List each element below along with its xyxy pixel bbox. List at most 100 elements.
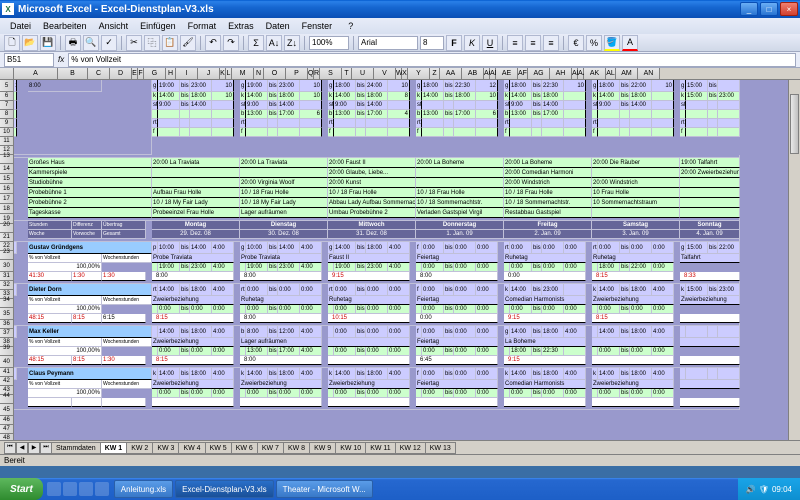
cell[interactable]: 8:00 (28, 80, 102, 92)
cell[interactable]: 17:00 (366, 110, 388, 119)
cell[interactable]: 4:00 (564, 326, 586, 338)
cell[interactable]: 14:00 (334, 368, 356, 380)
cell[interactable]: bis (444, 326, 454, 338)
cell[interactable]: 1:30 (72, 272, 102, 281)
cell[interactable]: bis (532, 101, 542, 110)
cell[interactable]: 4. Jan. 09 (680, 230, 740, 239)
cell[interactable]: 0:00 (454, 389, 476, 398)
cell[interactable] (268, 119, 278, 128)
sort-asc-icon[interactable]: A↓ (266, 35, 282, 51)
cell[interactable]: bis (356, 263, 366, 272)
cell[interactable]: 0:00 (454, 326, 476, 338)
cell[interactable]: bis (356, 110, 366, 119)
cell[interactable]: 20:00 Windstrich (592, 178, 680, 188)
cell[interactable]: bis (268, 326, 278, 338)
fx-icon[interactable]: fx (58, 55, 64, 64)
print-icon[interactable]: 🖶 (65, 35, 81, 51)
cell[interactable]: 22:00 (718, 242, 740, 254)
cell[interactable]: Feiertag (416, 380, 498, 389)
cell[interactable] (510, 119, 532, 128)
col-header[interactable]: B (58, 68, 88, 79)
cell[interactable]: 4:00 (300, 326, 322, 338)
cell[interactable]: 31. Dez. 08 (328, 230, 416, 239)
cell[interactable]: bis (268, 368, 278, 380)
cell[interactable] (542, 128, 564, 137)
col-header[interactable]: P (286, 68, 308, 79)
sheet-tab[interactable]: KW 9 (309, 442, 336, 454)
cell[interactable]: bis (444, 347, 454, 356)
col-header[interactable]: C (88, 68, 110, 79)
cell[interactable]: Lager aufräumen (240, 338, 322, 347)
cell[interactable]: 14:00 (510, 92, 532, 101)
cell[interactable]: 14:00 (246, 92, 268, 101)
cell[interactable] (388, 128, 410, 137)
currency-icon[interactable]: € (568, 35, 584, 51)
cell[interactable]: 0:00 (476, 389, 498, 398)
cell[interactable] (416, 178, 504, 188)
cell[interactable]: bis (708, 242, 718, 254)
cell[interactable]: Talfahrt (680, 254, 740, 263)
cell[interactable] (14, 281, 740, 284)
cell[interactable]: 0:00 (510, 263, 532, 272)
cell[interactable]: Feiertag (416, 254, 498, 263)
cell[interactable] (14, 128, 17, 137)
cell[interactable]: Übertrag (102, 221, 146, 230)
cell[interactable] (592, 168, 680, 178)
cell[interactable]: Wochenstunden (102, 296, 152, 305)
cell[interactable]: Dienstag (240, 221, 328, 230)
cell[interactable]: Comedian Harmonists (504, 296, 586, 305)
cell[interactable]: Tageskasse (28, 208, 152, 218)
cell[interactable]: 0:00 (212, 389, 234, 398)
cell[interactable] (680, 356, 740, 365)
cell[interactable]: 14:00 (158, 368, 180, 380)
cell[interactable] (564, 110, 586, 119)
underline-icon[interactable]: U (482, 35, 498, 51)
cell[interactable]: 0:00 (510, 242, 532, 254)
cell[interactable]: 0:00 (366, 326, 388, 338)
cell[interactable]: bis (532, 263, 542, 272)
cell[interactable]: bis (356, 242, 366, 254)
cell[interactable]: 4:00 (564, 368, 586, 380)
cell[interactable] (598, 128, 620, 137)
cell[interactable] (686, 128, 708, 137)
save-icon[interactable]: 💾 (40, 35, 56, 51)
sheet-tab[interactable]: KW 12 (395, 442, 426, 454)
cell[interactable] (564, 101, 586, 110)
cell[interactable]: 14:00 (366, 101, 388, 110)
cell[interactable] (708, 326, 718, 338)
cell[interactable]: 0:00 (598, 242, 620, 254)
cell[interactable]: 6:15 (102, 314, 146, 323)
cell[interactable]: 3. Jan. 09 (592, 230, 680, 239)
cell[interactable]: 18:00 (422, 80, 444, 92)
cell[interactable]: 20:00 Glaube, Liebe... (328, 168, 416, 178)
menu-edit[interactable]: Bearbeiten (37, 21, 93, 31)
cell[interactable]: Dieter Dorn (28, 284, 152, 296)
cell[interactable] (564, 92, 586, 101)
cell[interactable]: bis (356, 92, 366, 101)
cell[interactable] (422, 128, 444, 137)
cell[interactable] (718, 101, 740, 110)
align-center-icon[interactable]: ≡ (525, 35, 541, 51)
cell[interactable]: 19:00 Talfahrt (680, 158, 740, 168)
cell[interactable]: bis (180, 242, 190, 254)
cell[interactable]: 8 (388, 92, 410, 101)
cell[interactable]: Comedian Harmonists (504, 380, 586, 389)
cell[interactable] (180, 128, 190, 137)
cell[interactable]: Mittwoch (328, 221, 416, 230)
cell[interactable] (564, 128, 586, 137)
cell[interactable] (212, 101, 234, 110)
cell[interactable]: 100,00% (28, 263, 102, 272)
cell[interactable]: bis (356, 347, 366, 356)
col-header[interactable]: AL (606, 68, 616, 79)
cell[interactable]: 0:00 (246, 389, 268, 398)
cell[interactable] (592, 338, 674, 347)
sheet-tab[interactable]: KW 13 (425, 442, 456, 454)
tab-nav-first-icon[interactable]: ⏮ (4, 442, 16, 454)
cell[interactable]: 18:00 (542, 368, 564, 380)
cell[interactable]: 0:00 (416, 314, 498, 323)
cell[interactable] (630, 119, 652, 128)
cell[interactable]: 0:00 (476, 263, 498, 272)
cell[interactable]: 0:00 (630, 347, 652, 356)
cell[interactable]: Großes Haus (28, 158, 152, 168)
cell[interactable]: 29. Dez. 08 (152, 230, 240, 239)
